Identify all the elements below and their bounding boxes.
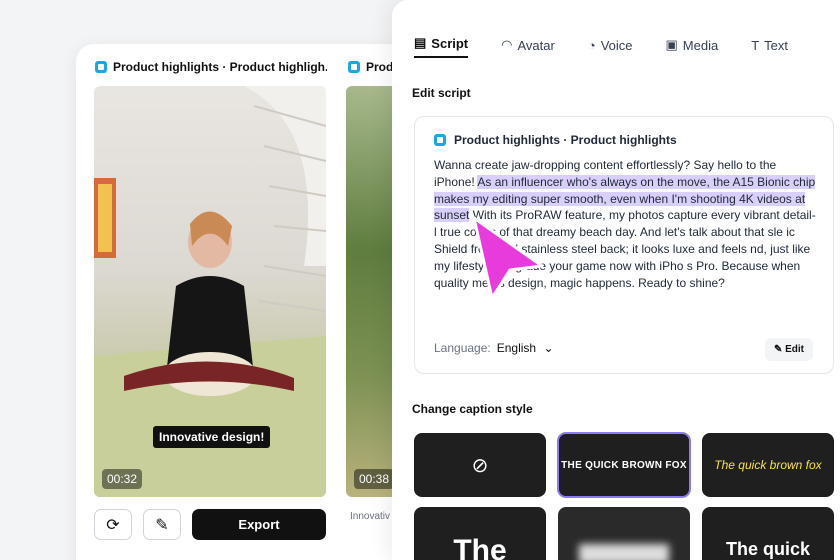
pencil-icon: ✎ [155,516,169,534]
edit-video-button[interactable]: ✎ [143,509,181,540]
tab-label: Media [682,37,719,53]
edit-script-button[interactable]: ✎ Edit [764,338,813,361]
tab-media[interactable]: ▣ Media [666,32,719,58]
caption-style-preview: THE QUICK BROWN FOX [561,459,687,471]
script-title: Product highlights · Product highlights [434,133,677,147]
voice-icon: ◔ [587,37,596,53]
regenerate-button[interactable]: ⟳ [94,509,132,540]
video-title: Product highlights · Product highligh... [95,60,327,74]
caption-style-bold[interactable]: The quick [702,507,834,560]
refresh-icon: ⟳ [106,516,120,534]
caption-style-bold-outline[interactable]: The [414,507,546,560]
language-value: English [496,341,537,355]
tab-script[interactable]: ▤ Script [414,32,469,58]
caption-style-preview: The quick [725,539,810,559]
tab-avatar[interactable]: ◠ Avatar [501,32,555,58]
script-title-text: Product highlights · Product highlights [454,133,677,147]
caption-style-preview: The [453,534,507,560]
language-selector[interactable]: Language: English ⌄ [434,341,554,355]
pencil-icon: ✎ [773,344,783,355]
product-badge-icon [434,134,446,146]
tab-text[interactable]: T Text [751,32,788,58]
caption-style-yellow-italic[interactable]: The quick brown fox [702,433,834,497]
avatar-icon: ◠ [501,37,513,52]
tab-label: Text [764,37,789,53]
edit-label: Edit [785,344,804,355]
caption-style-glow[interactable] [558,507,690,560]
caption-style-none[interactable]: ⊘ [414,433,546,497]
none-icon: ⊘ [471,454,489,477]
caption-style-quick-brown-fox-caps[interactable]: THE QUICK BROWN FOX [557,432,691,498]
product-badge-icon [348,61,360,73]
caption-style-preview [579,544,669,560]
caption-style-heading: Change caption style [412,402,533,416]
video-duration-2: 00:38 [354,469,395,489]
edit-script-heading: Edit script [412,86,471,100]
script-icon: ▤ [414,35,427,50]
tab-label: Script [431,35,469,51]
video-caption: Innovative design! [153,426,271,448]
video-subtitle: Innovativ [350,511,391,522]
caption-style-preview: The quick brown fox [714,458,822,472]
caption-style-grid: ⊘ THE QUICK BROWN FOX The quick brown fo… [414,432,834,560]
video-duration: 00:32 [102,469,143,489]
language-label: Language: [434,341,491,355]
tab-label: Voice [600,37,633,53]
media-icon: ▣ [665,37,678,52]
video-title-text-2: Prod [366,60,394,74]
video-preview[interactable]: Innovative design! 00:32 [94,86,326,497]
text-icon: T [751,37,760,53]
tab-voice[interactable]: ◔ Voice [588,32,633,58]
product-badge-icon [95,61,107,73]
chevron-down-icon: ⌄ [543,341,554,355]
tab-label: Avatar [517,37,555,53]
cursor-pointer-icon [472,216,544,300]
tab-bar: ▤ Script ◠ Avatar ◔ Voice ▣ Media T Text [414,32,821,58]
video-title-text: Product highlights · Product highligh... [113,60,327,74]
editor-panel: ▤ Script ◠ Avatar ◔ Voice ▣ Media T Text… [392,0,840,560]
export-button[interactable]: Export [192,509,326,540]
